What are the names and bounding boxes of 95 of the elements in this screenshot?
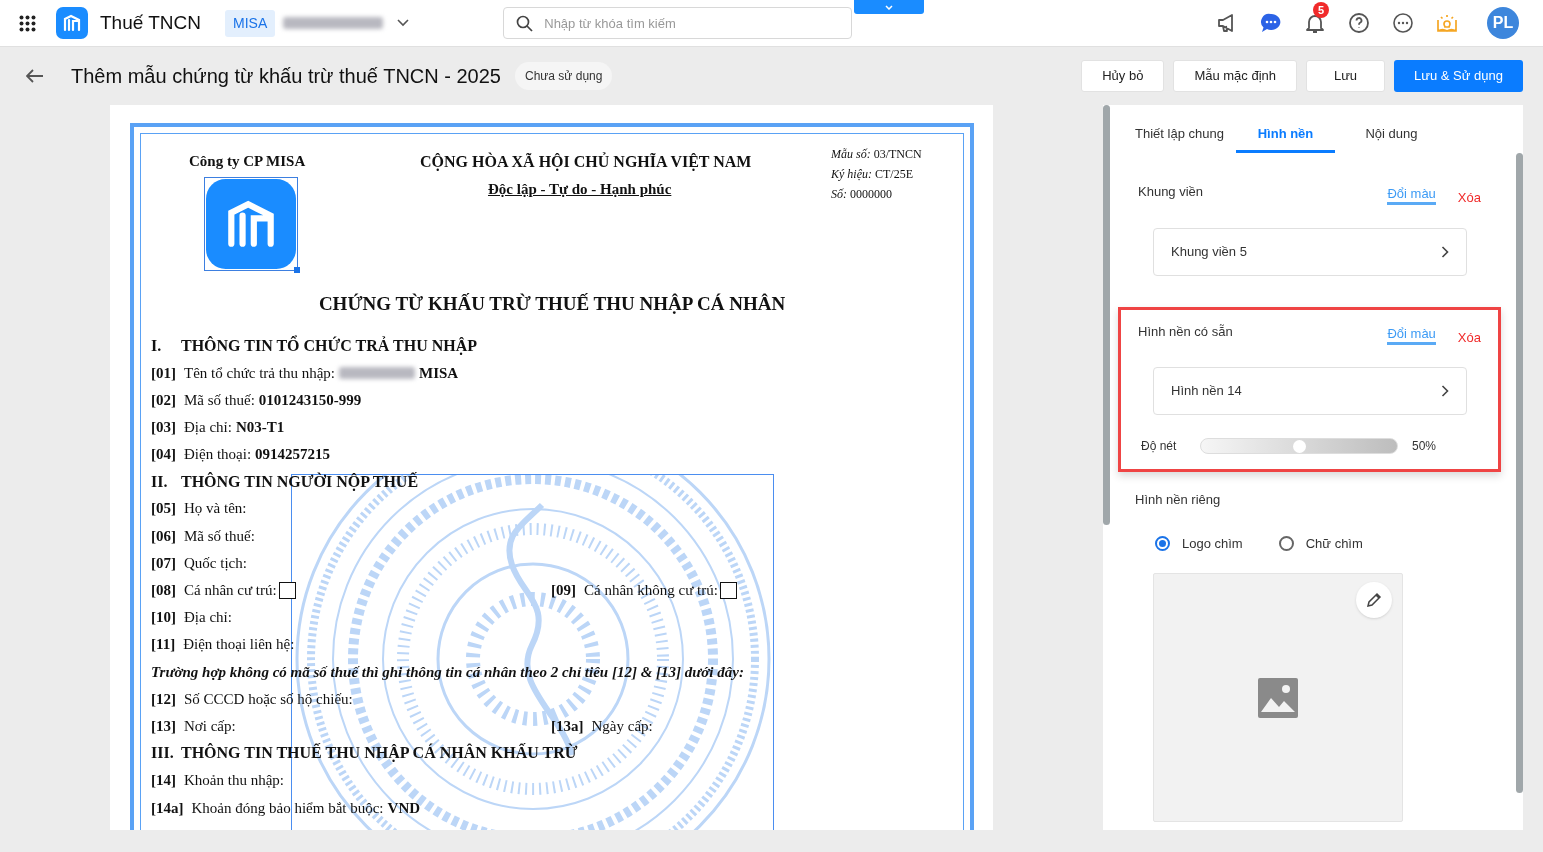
option-selector[interactable]: Hình nền 14 [1153,367,1467,415]
notification-count: 5 [1313,2,1330,18]
field-value: VND [387,798,421,818]
radio-option[interactable]: Chữ chìm [1278,533,1363,553]
pencil-icon [1366,592,1382,608]
search-field[interactable]: Nhập từ khóa tìm kiếm [503,7,853,39]
tab[interactable]: Thiết lập chung [1123,117,1236,153]
field-code: [09] [551,581,576,601]
option-value: Hình nền 14 [1171,382,1242,401]
back-arrow-icon[interactable] [26,69,44,83]
field-code: [02] [151,390,176,410]
field-code: [07] [151,553,176,573]
field-label: Tên tổ chức trả thu nhập: [184,363,335,383]
field-value: MISA [419,363,459,383]
action-button[interactable]: Hủy bỏ [1081,60,1165,92]
status-badge: Chưa sử dụng [515,62,613,90]
page-title: Thêm mẫu chứng từ khấu trừ thuế TNCN - 2025 [71,64,501,89]
meta-label: Mẫu số: [831,147,871,161]
scrollbar[interactable] [1516,153,1523,793]
field-code: [01] [151,363,176,383]
more-icon[interactable] [1391,11,1415,35]
tab[interactable]: Hình nền [1236,117,1335,153]
field-code: [13] [151,716,176,736]
slider-label: Độ nét [1140,438,1178,455]
field-value: 0914257215 [255,445,331,465]
section-number: I. [151,335,163,356]
chat-icon[interactable] [1259,11,1283,35]
field-label: Địa chỉ: [184,608,232,628]
org-badge: MISA [225,9,276,37]
field-label: Khoản đóng bảo hiểm bắt buộc: [191,798,384,818]
field-label: Khoản thu nhập: [184,771,284,791]
field-code: [05] [151,499,176,519]
field-code: [06] [151,526,176,546]
chevron-right-icon [1441,245,1449,258]
user-avatar[interactable]: PL [1487,7,1519,39]
scrollbar[interactable] [1103,105,1110,525]
field-code: [12] [151,689,176,709]
image-icon [1258,677,1298,718]
app-title: Thuế TNCN [100,10,201,35]
delete-link[interactable]: Xóa [1457,327,1481,347]
apps-grid-icon[interactable] [19,14,36,32]
field-value: 0101243150-999 [258,390,362,410]
field-value: N03-T1 [235,417,285,437]
field-label: Ngày cấp: [591,716,653,736]
company-name: Công ty CP MISA [189,152,306,171]
field-label: Mã số thuế: [184,526,255,546]
field-label: Mã số thuế: [184,390,255,410]
field-code: [10] [151,608,176,628]
field-code: [03] [151,417,176,437]
tab[interactable]: Nội dung [1335,117,1448,153]
meta-label: Số: [831,187,847,201]
field-label: Nơi cấp: [184,716,236,736]
option-selector[interactable]: Khung viền 5 [1153,227,1467,276]
search-icon [516,15,534,32]
field-code: [11] [151,635,176,655]
chevron-right-icon [1441,385,1449,397]
selected-logo[interactable] [204,177,298,271]
slider-reading: 50% [1412,438,1437,455]
meta-label: Ký hiệu: [831,167,872,181]
field-code: [13a] [551,716,584,736]
section-number: III. [151,743,175,764]
motto: Độc lập - Tự do - Hạnh phúc [488,180,672,199]
section-heading: THÔNG TIN TỔ CHỨC TRẢ THU NHẬP [181,334,478,357]
field-label: Địa chỉ: [184,417,232,437]
meta-value: 03/TNCN [873,147,922,161]
section-title: Hình nền riêng [1135,491,1222,509]
app-logo [56,7,88,39]
field-label: Điện thoại: [184,445,252,465]
section-number: II. [151,471,169,492]
option-value: Khung viền 5 [1171,242,1247,261]
field-label: Họ và tên: [184,499,247,519]
document-title: CHỨNG TỪ KHẤU TRỪ THUẾ THU NHẬP CÁ NHÂN [317,292,787,316]
slider-thumb[interactable] [1293,440,1306,453]
field-code: [08] [151,581,176,601]
opacity-slider[interactable] [1200,438,1398,454]
field-label: Quốc tịch: [184,553,247,573]
help-icon[interactable] [1347,11,1371,35]
edit-button[interactable] [1356,582,1392,618]
section-title: Hình nền có sẵn [1138,322,1233,341]
action-button[interactable]: Mẫu mặc định [1173,60,1298,92]
meta-value: 0000000 [850,187,892,201]
chevron-down-icon [885,4,893,10]
field-code: [14] [151,771,176,791]
section-title: Khung viền [1138,183,1204,201]
meta-value: CT/25E [875,167,913,181]
field-label: Cá nhân không cư trú: [584,581,718,601]
radio-option[interactable]: Logo chìm [1155,533,1243,553]
field-label: Cá nhân cư trú: [184,581,277,601]
action-button[interactable]: Lưu [1306,60,1386,92]
save-and-use-button[interactable]: Lưu & Sử dụng [1394,60,1523,92]
field-code: [14a] [151,798,184,818]
delete-link[interactable]: Xóa [1457,188,1481,208]
national-title: CỘNG HÒA XÃ HỘI CHỦ NGHĨA VIỆT NAM [420,151,752,173]
chevron-down-icon[interactable] [397,19,410,27]
field-code: [04] [151,445,176,465]
